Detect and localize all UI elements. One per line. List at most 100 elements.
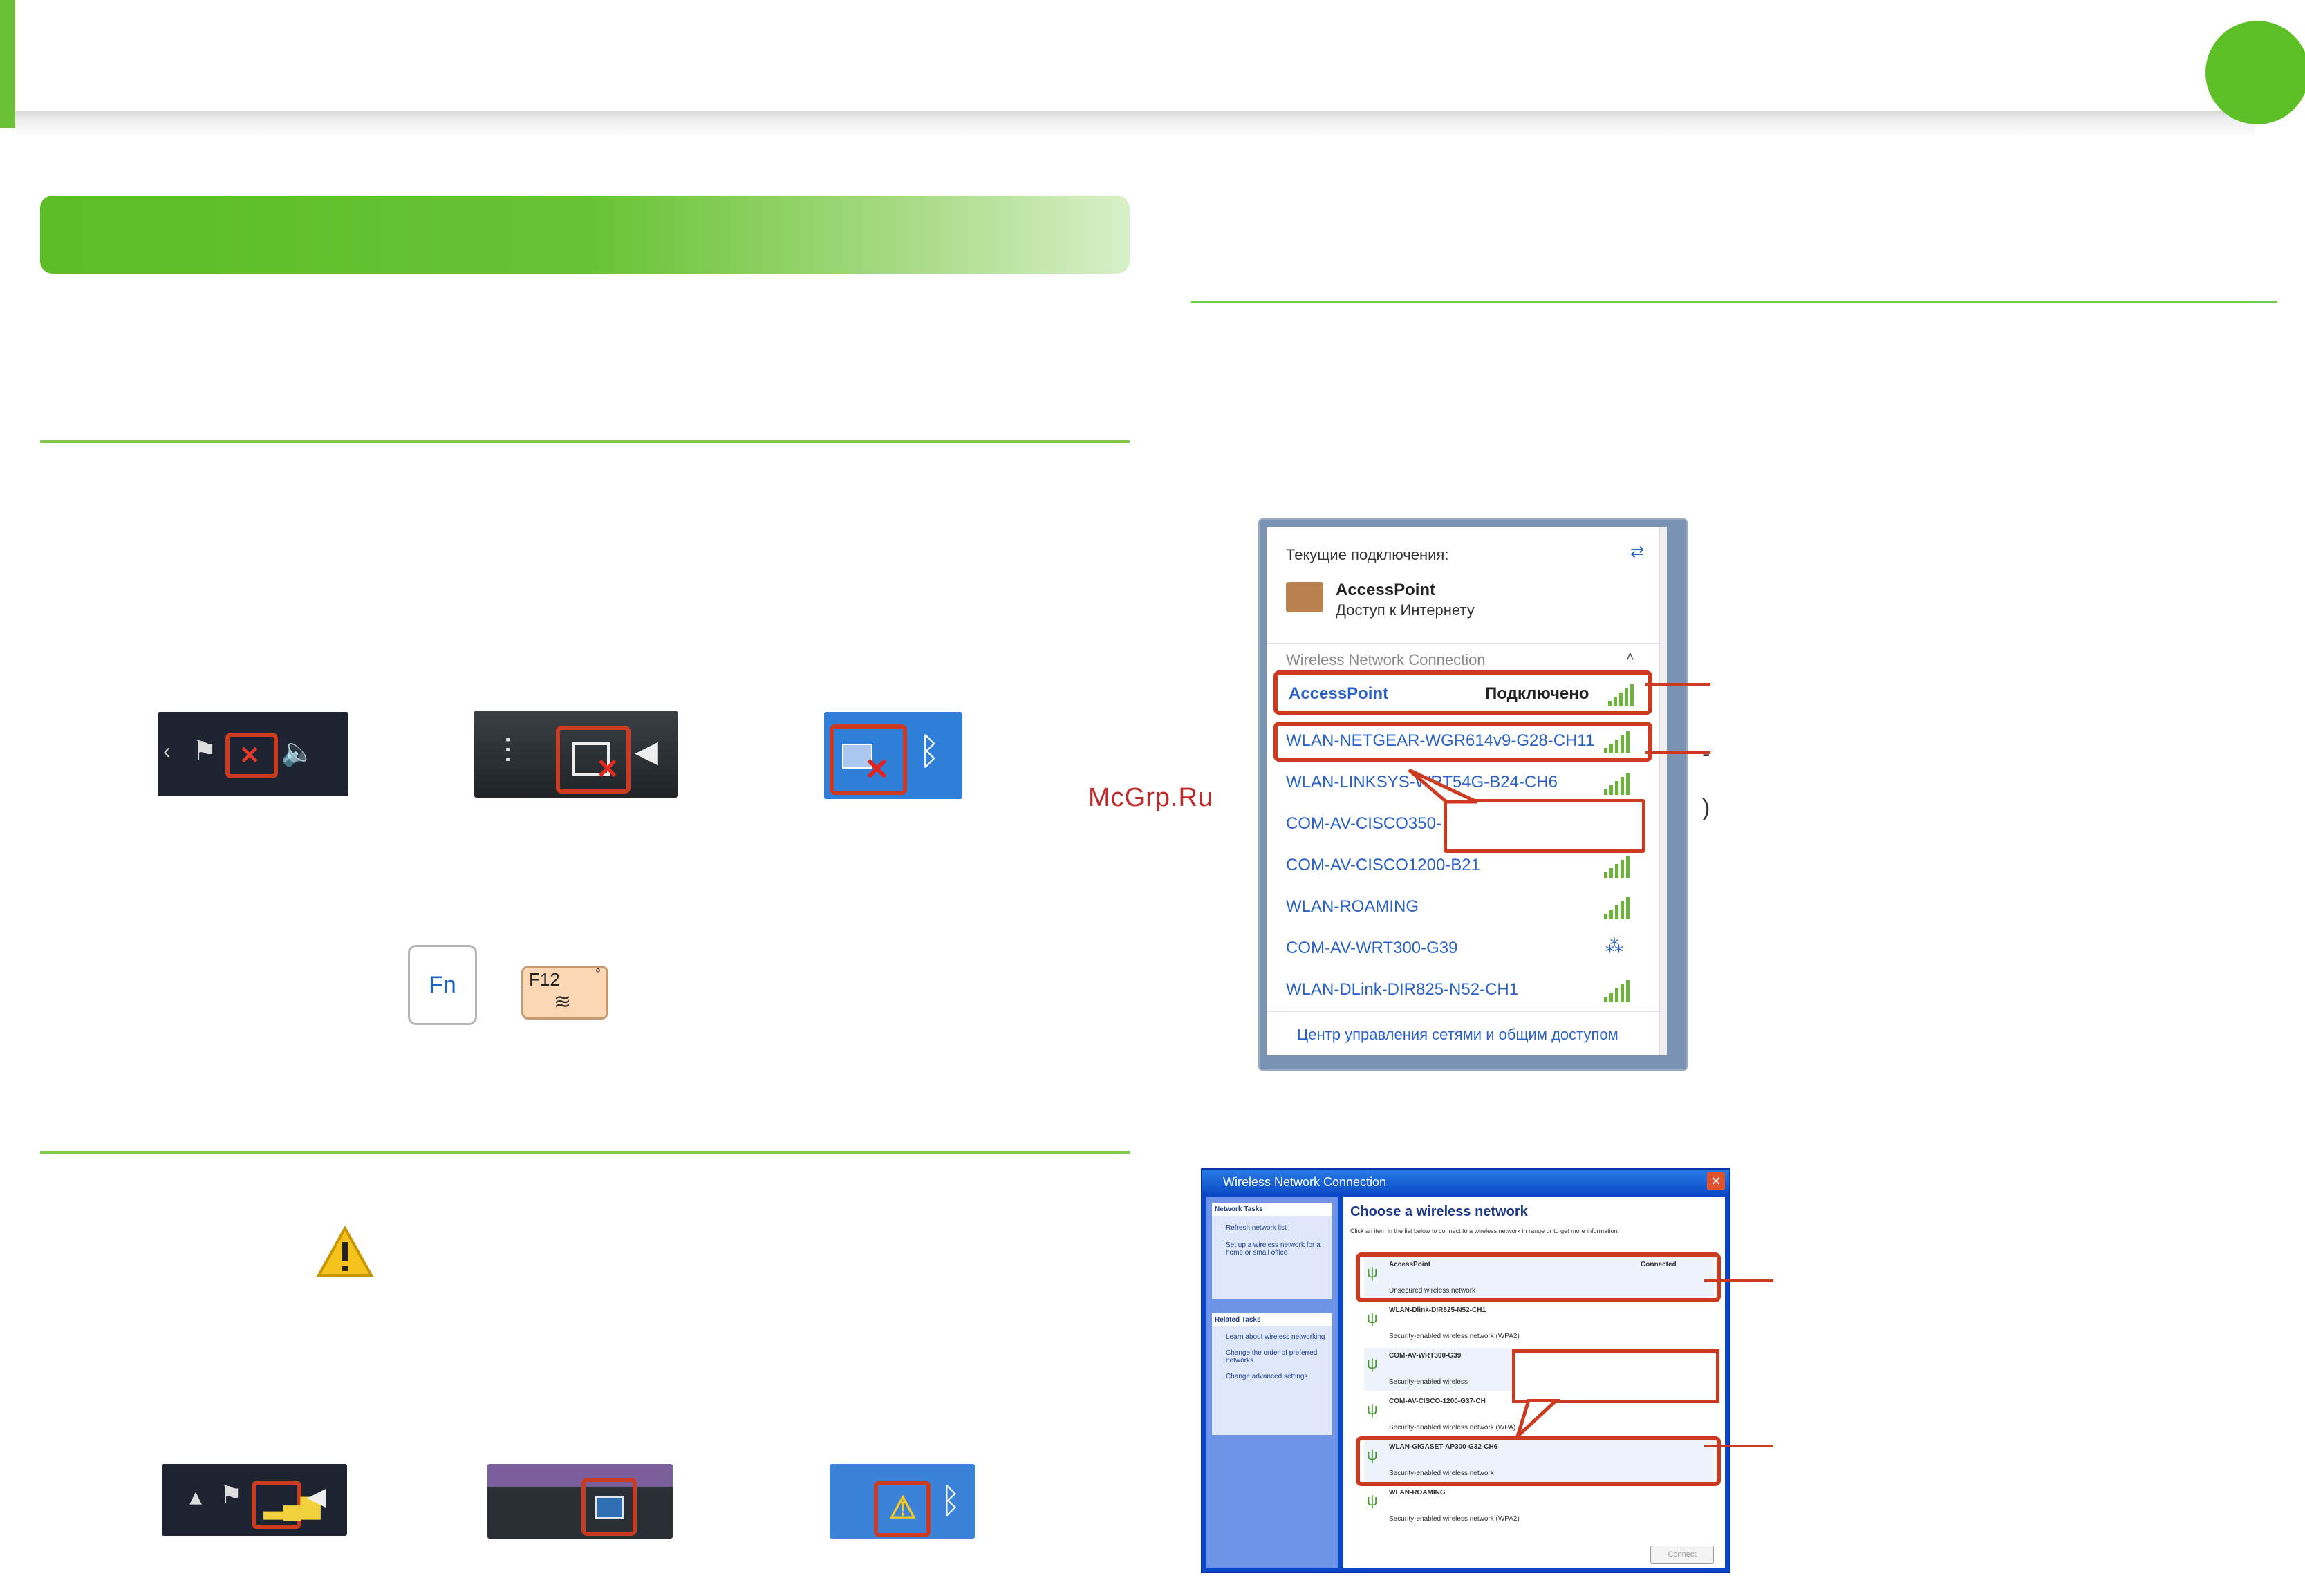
action-center-icon-2: ⚑: [220, 1481, 243, 1509]
xp-callout-line-1: [1704, 1279, 1773, 1282]
wifi-key-icon: ≋: [554, 991, 572, 1013]
current-connections-label: Текущие подключения:: [1286, 546, 1449, 563]
warning-small-icon: ⚠: [889, 1491, 917, 1525]
close-icon[interactable]: ✕: [1707, 1172, 1725, 1190]
current-connection-name: AccessPoint: [1336, 581, 1436, 599]
xp-network-security-2: Security-enabled wireless network (WPA2): [1389, 1333, 1520, 1340]
callout-line-2: [1645, 751, 1710, 754]
section-divider: [1267, 643, 1659, 644]
divider-right: [1191, 301, 2277, 303]
tray-screenshot-network-disconnected: ⫶ ✕ ◀: [474, 711, 678, 798]
wifi-connected-highlight: ▂▄▆: [252, 1481, 320, 1529]
led-indicator-icon: °: [595, 966, 601, 982]
antenna-icon-2: ψ: [1367, 1309, 1378, 1326]
setup-wireless-link[interactable]: Set up a wireless network for a home or …: [1212, 1233, 1332, 1258]
scrollbar[interactable]: [1659, 527, 1667, 1055]
antenna-icon-4: ψ: [1367, 1400, 1378, 1418]
monitor-icon-2: [595, 1496, 624, 1519]
connected-row-highlight: [1356, 1252, 1721, 1302]
connected-network-row[interactable]: AccessPoint Подключено: [1273, 670, 1652, 715]
xp-network-name-4: COM-AV-CISCO-1200-G37-CH: [1389, 1398, 1486, 1405]
network-tower-icon: ⫶: [503, 732, 512, 771]
connected-status-label: Подключено: [1485, 684, 1589, 703]
xp-heading: Choose a wireless network: [1350, 1204, 1528, 1219]
network-tasks-title: Network Tasks: [1212, 1203, 1332, 1216]
tray-arrow-up-icon: ▴: [189, 1482, 203, 1510]
network-item-7[interactable]: WLAN-DLink-DIR825-N52-CH1: [1286, 980, 1518, 999]
advanced-settings-link[interactable]: Change advanced settings: [1212, 1366, 1332, 1382]
xp-network-name-2: WLAN-Dlink-DIR825-N52-CH1: [1389, 1306, 1486, 1314]
wireless-section-header[interactable]: Wireless Network Connection: [1286, 651, 1486, 669]
bluetooth-icon-2: ᛒ: [940, 1481, 961, 1520]
tray-screenshot-wifi-connected: ▴ ⚑ ▂▄▆ ◀: [162, 1464, 347, 1536]
refresh-network-list-link[interactable]: Refresh network list: [1212, 1216, 1332, 1233]
cropped-text-mark-1: -: [1702, 741, 1710, 767]
footer-divider: [1267, 1011, 1659, 1012]
antenna-icon-6: ψ: [1367, 1492, 1378, 1509]
tray-arrow-icon: ‹: [163, 738, 171, 763]
network-item-4[interactable]: COM-AV-CISCO1200-B21: [1286, 856, 1480, 875]
xp-callout-bubble: [1512, 1349, 1719, 1403]
vista-network-panel: Текущие подключения: ⇄ AccessPoint Досту…: [1260, 520, 1686, 1069]
selected-row-highlight: [1356, 1436, 1721, 1486]
signal-bars-icon: [1608, 684, 1639, 706]
signal-bars-icon-4: [1604, 856, 1634, 878]
change-order-link[interactable]: Change the order of preferred networks: [1212, 1342, 1332, 1366]
vista-panel-content: Текущие подключения: ⇄ AccessPoint Досту…: [1267, 527, 1667, 1055]
learn-wireless-link[interactable]: Learn about wireless networking: [1212, 1326, 1332, 1342]
network-item-1[interactable]: WLAN-NETGEAR-WGR614v9-G28-CH11: [1286, 731, 1594, 751]
header-accent-strip: [0, 0, 15, 128]
related-tasks-box: Related Tasks Learn about wireless netwo…: [1212, 1313, 1332, 1435]
wifi-off-icon: ✕: [239, 741, 261, 769]
antenna-icon-3: ψ: [1367, 1355, 1378, 1372]
xp-callout-line-2: [1704, 1445, 1773, 1447]
wireless-off-highlight: ✕: [830, 724, 907, 795]
speaker-icon-3: ◀: [307, 1482, 326, 1510]
bench-icon: [1286, 582, 1323, 612]
tray-screenshot-wireless-warning: ⚠ ᛒ: [830, 1464, 975, 1539]
speaker-icon-2: ◀: [635, 735, 658, 769]
xp-network-row-2[interactable]: ψ WLAN-Dlink-DIR825-N52-CH1 Security-ena…: [1364, 1302, 1714, 1345]
collapse-chevron-icon[interactable]: ˄: [1626, 650, 1634, 666]
refresh-icon[interactable]: ⇄: [1630, 542, 1644, 562]
network-tasks-box: Network Tasks Refresh network list Set u…: [1212, 1203, 1332, 1299]
page-number-dot: [2205, 21, 2305, 124]
network-item-3[interactable]: COM-AV-CISCO350-: [1286, 814, 1441, 834]
network-center-link[interactable]: Центр управления сетями и общим доступом: [1297, 1026, 1618, 1044]
xp-title-text: Wireless Network Connection: [1223, 1175, 1387, 1189]
xp-network-panel: Wireless Network Connection ✕ Network Ta…: [1201, 1168, 1730, 1573]
xp-network-row-6[interactable]: ψ WLAN-ROAMING Security-enabled wireless…: [1364, 1485, 1714, 1528]
xp-callout-pointer: [1515, 1399, 1560, 1440]
divider-1: [40, 440, 1130, 443]
wifi-off-highlight: ✕: [225, 733, 278, 778]
wireless-warning-highlight: ⚠: [874, 1481, 931, 1537]
watermark-text: McGrp.Ru: [1088, 783, 1214, 812]
red-x-icon: ✕: [596, 754, 619, 785]
xp-network-name-6: WLAN-ROAMING: [1389, 1489, 1446, 1496]
xp-intro-text: Click an item in the list below to conne…: [1350, 1228, 1620, 1234]
signal-bars-icon-3: [1604, 773, 1634, 795]
signal-bars-icon-5: [1604, 897, 1634, 919]
speaker-icon: 🔈: [281, 737, 315, 767]
tray-screenshot-wireless-off-blue: ✕ ᛒ: [824, 712, 962, 799]
connect-button[interactable]: Connect: [1650, 1546, 1714, 1564]
related-tasks-title: Related Tasks: [1212, 1313, 1332, 1326]
xp-title-bar: Wireless Network Connection ✕: [1202, 1170, 1729, 1194]
signal-bars-icon-6: [1604, 980, 1634, 1002]
header-rule: [15, 111, 2255, 138]
network-connected-highlight: [581, 1478, 637, 1536]
network-item-6[interactable]: COM-AV-WRT300-G39: [1286, 939, 1458, 958]
callout-line-1: [1645, 683, 1710, 686]
signal-bars-icon-2: [1604, 731, 1634, 753]
xp-network-security-4: Security-enabled wireless network (WPA): [1389, 1424, 1516, 1431]
xp-network-name-3: COM-AV-WRT300-G39: [1389, 1352, 1462, 1360]
red-x-icon-2: ✕: [864, 753, 890, 787]
tray-screenshot-wifi-off: ‹ ⚑ ✕ 🔈: [158, 712, 348, 796]
tray-screenshot-network-connected: [487, 1464, 673, 1539]
warning-icon: [316, 1226, 374, 1277]
action-center-icon: ⚑: [192, 736, 217, 767]
network-disconnected-highlight: ✕: [556, 726, 631, 794]
callout-pointer: [1408, 768, 1478, 804]
network-item-5[interactable]: WLAN-ROAMING: [1286, 897, 1419, 917]
current-connection-status: Доступ к Интернету: [1336, 601, 1475, 619]
